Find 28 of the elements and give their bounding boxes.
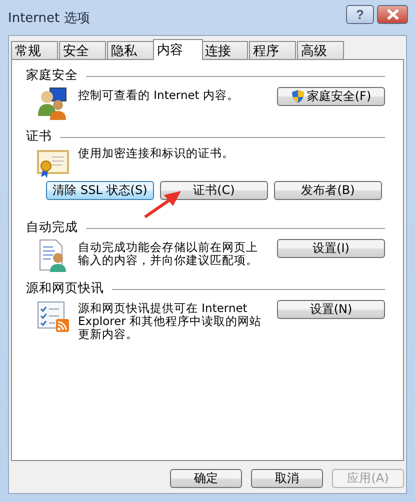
section-description: 使用加密连接和标识的证书。	[78, 145, 235, 160]
settings-button[interactable]: 家庭安全(F)	[277, 87, 385, 106]
dialog-button[interactable]: 清除 SSL 状态(S)	[46, 181, 154, 200]
dialog-button[interactable]: 发布者(B)	[274, 181, 382, 200]
section-heading: 证书	[26, 128, 52, 144]
dialog-button[interactable]: 取消	[251, 469, 323, 488]
window-title: Internet 选项	[8, 10, 90, 26]
feed-list-icon	[36, 299, 70, 333]
section-heading: 家庭安全	[26, 66, 78, 84]
tab[interactable]: 程序	[249, 41, 296, 59]
help-button[interactable]: ?	[346, 5, 374, 24]
section-heading: 源和网页快讯	[26, 280, 104, 296]
settings-button[interactable]: 设置(N)	[277, 300, 385, 319]
tab[interactable]: 常规	[11, 41, 58, 59]
section-description: 自动完成功能会存储以前在网页上输入的内容，并向你建议匹配项。	[78, 239, 259, 267]
dialog-button[interactable]: 确定	[170, 469, 242, 488]
close-icon	[386, 9, 400, 20]
tab[interactable]: 内容	[153, 39, 203, 60]
tab[interactable]: 连接	[201, 41, 248, 59]
tab[interactable]: 高级	[297, 41, 344, 59]
settings-button[interactable]: 设置(I)	[277, 239, 385, 258]
section-heading: 自动完成	[26, 218, 78, 236]
dialog-button[interactable]: 证书(C)	[160, 181, 268, 200]
section-description: 源和网页快讯提供可在 Internet Explorer 和其他程序中读取的网站更新内容。	[78, 300, 263, 341]
tab[interactable]: 安全	[59, 41, 106, 59]
close-button[interactable]	[377, 5, 408, 24]
tab[interactable]: 隐私	[107, 41, 154, 59]
section-description: 控制可查看的 Internet 内容。	[78, 87, 240, 102]
